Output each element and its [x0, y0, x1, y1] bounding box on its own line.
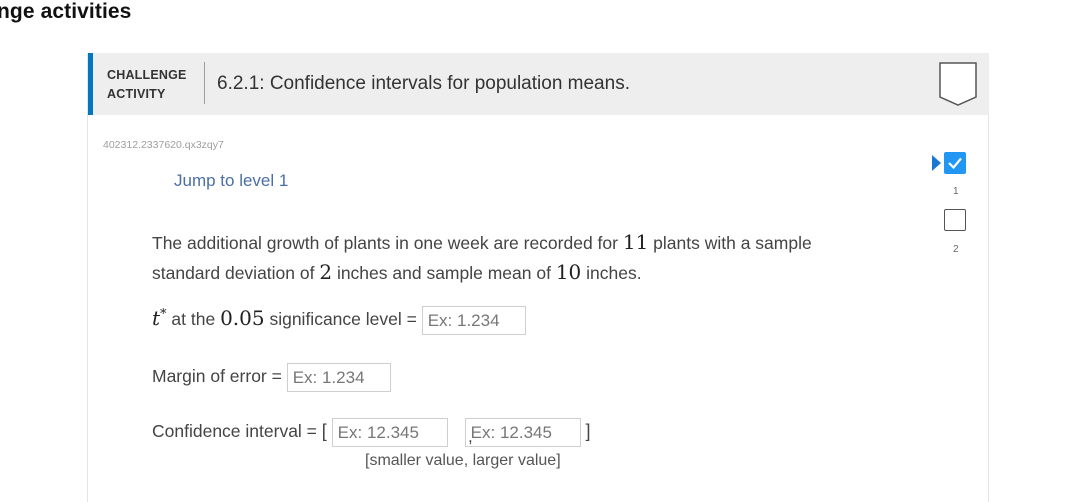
- ci-open-bracket: [: [321, 421, 327, 442]
- confidence-interval-question: Confidence interval = [ ]: [152, 418, 591, 447]
- plant-count: 11: [622, 230, 649, 254]
- activity-header: CHALLENGE ACTIVITY 6.2.1: Confidence int…: [88, 53, 989, 115]
- t-symbol: t: [152, 306, 161, 331]
- activity-type-line2: ACTIVITY: [107, 87, 166, 101]
- t-star-symbol: t*: [152, 306, 167, 330]
- sample-mean: 10: [555, 260, 582, 284]
- problem-text-part: inches.: [581, 263, 642, 283]
- checkmark-icon: [948, 157, 962, 170]
- activity-id: 402312.2337620.qx3zqy7: [103, 139, 224, 151]
- t-star-input[interactable]: [421, 306, 526, 335]
- activity-title: 6.2.1: Confidence intervals for populati…: [217, 73, 630, 94]
- page: nge activities CHALLENGE ACTIVITY 6.2.1:…: [0, 0, 1087, 502]
- t-star-label-pre: at the: [166, 309, 221, 330]
- problem-text-part: inches and sample mean of: [332, 263, 556, 283]
- problem-statement: The additional growth of plants in one w…: [152, 228, 852, 288]
- level-1-number: 1: [953, 186, 959, 197]
- activity-type-label: CHALLENGE ACTIVITY: [107, 66, 187, 104]
- ci-comma: ,: [468, 427, 473, 446]
- standard-deviation: 2: [319, 260, 333, 284]
- level-2-checkbox[interactable]: [944, 209, 966, 231]
- level-1-checkbox[interactable]: [944, 152, 966, 174]
- ci-upper-input[interactable]: [464, 418, 581, 447]
- t-star-question: t* at the 0.05 significance level =: [152, 306, 526, 335]
- t-star-label-post: significance level =: [264, 309, 422, 330]
- ci-hint: [smaller value, larger value]: [365, 452, 561, 469]
- margin-of-error-question: Margin of error =: [152, 363, 391, 392]
- challenge-activity-card: CHALLENGE ACTIVITY 6.2.1: Confidence int…: [87, 53, 989, 502]
- margin-of-error-label: Margin of error =: [152, 366, 287, 387]
- current-level-arrow-icon: [932, 155, 941, 171]
- ci-lower-input[interactable]: [331, 418, 448, 447]
- margin-of-error-input[interactable]: [286, 363, 391, 392]
- activity-type-line1: CHALLENGE: [107, 68, 187, 82]
- completion-badge-icon: [939, 62, 977, 106]
- confidence-interval-label: Confidence interval =: [152, 421, 322, 442]
- level-2-number: 2: [953, 244, 959, 255]
- ci-close-bracket: ]: [585, 421, 591, 442]
- problem-text-part: The additional growth of plants in one w…: [152, 233, 623, 253]
- significance-level: 0.05: [220, 306, 265, 331]
- section-heading: nge activities: [0, 0, 132, 23]
- jump-to-level-link[interactable]: Jump to level 1: [174, 171, 288, 191]
- header-divider: [204, 62, 205, 104]
